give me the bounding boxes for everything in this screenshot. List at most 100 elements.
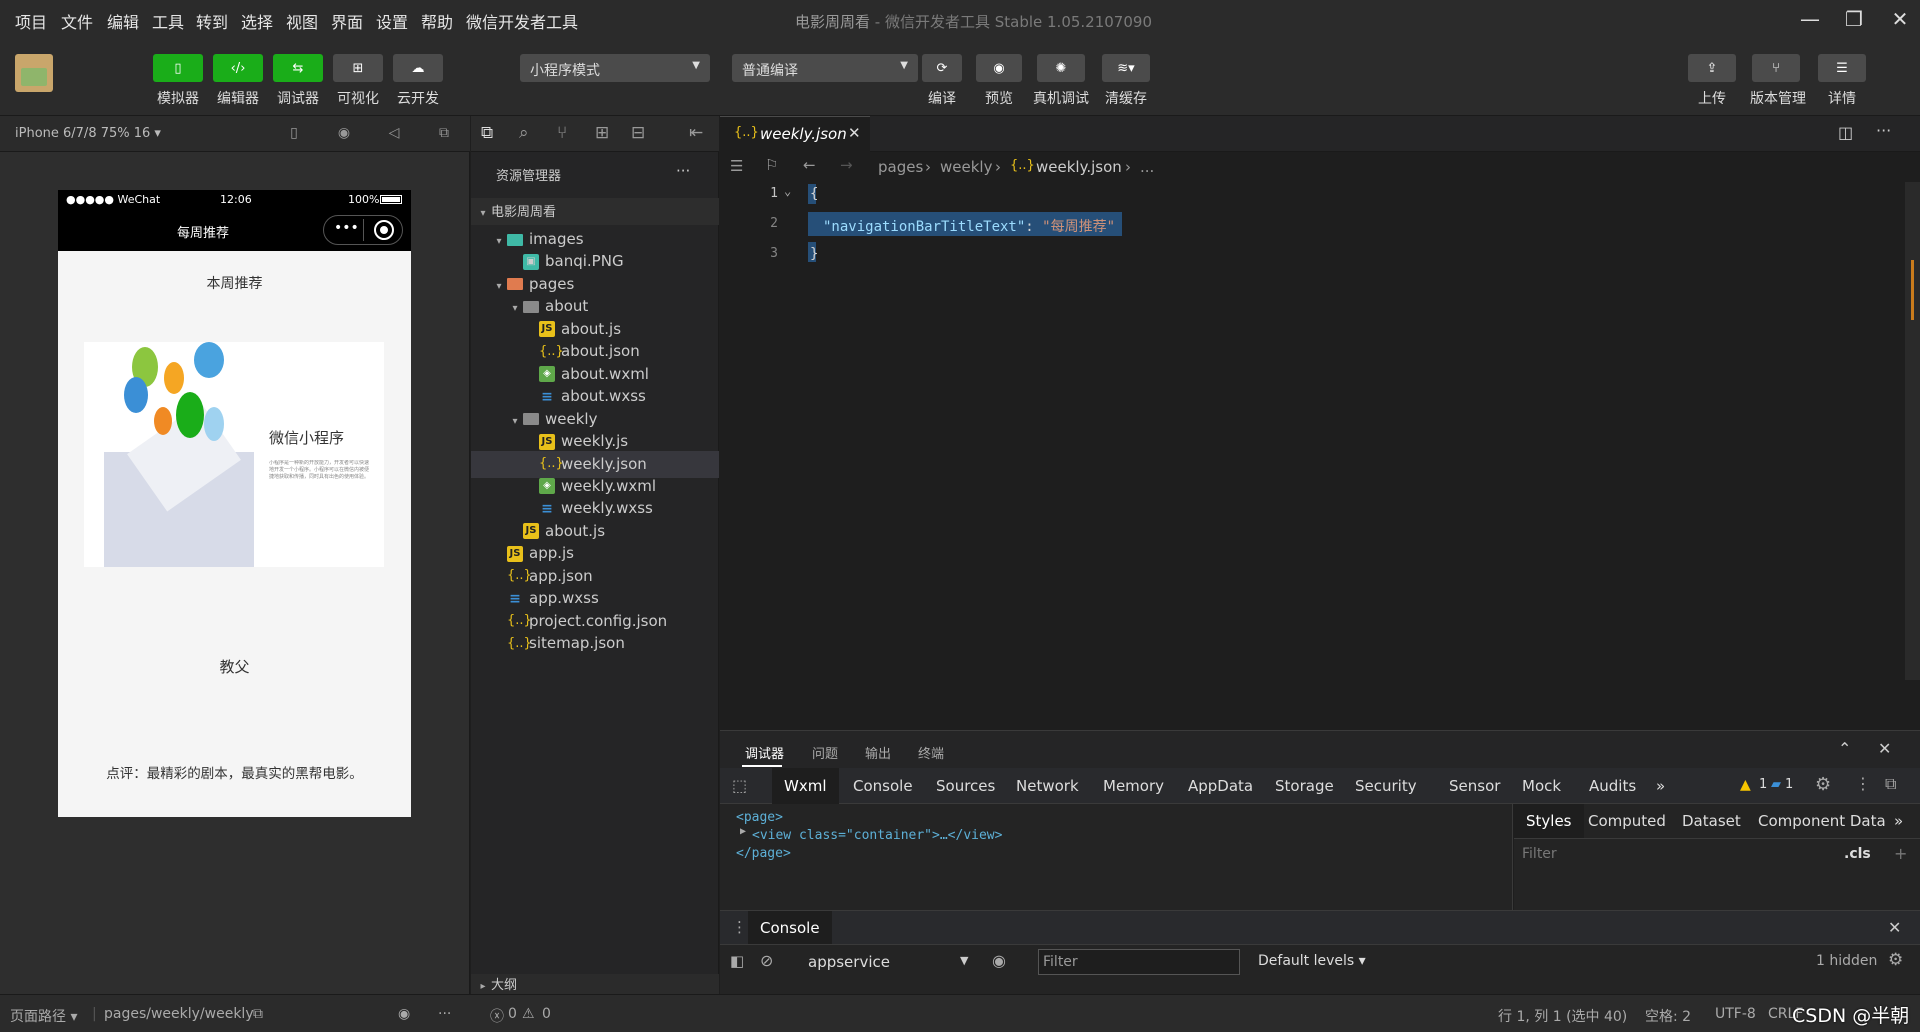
- console-tab[interactable]: Console: [748, 911, 832, 945]
- project-root[interactable]: ▾ 电影周周看: [471, 198, 719, 225]
- console-output[interactable]: [720, 978, 1920, 994]
- menu-interface[interactable]: 界面: [331, 9, 363, 33]
- tab-security[interactable]: Security: [1355, 768, 1417, 804]
- volume-icon[interactable]: ◁: [385, 125, 403, 143]
- kebab-icon[interactable]: ⋮: [1855, 774, 1871, 793]
- eye-icon[interactable]: ◉: [992, 951, 1006, 970]
- add-rule-icon[interactable]: +: [1894, 844, 1907, 863]
- wxml-tree[interactable]: <page> ▶ <view class="container">…</view…: [720, 804, 1513, 910]
- info-icon[interactable]: ▰: [1771, 777, 1781, 792]
- styles-filter-input[interactable]: Filter: [1522, 846, 1557, 862]
- expand-arrow-icon[interactable]: ▶: [740, 826, 746, 837]
- details-button[interactable]: ☰: [1818, 54, 1866, 82]
- visual-button[interactable]: ⊞: [333, 54, 383, 82]
- cloud-button[interactable]: ☁: [393, 54, 443, 82]
- tab-network[interactable]: Network: [1016, 768, 1079, 804]
- levels-select[interactable]: Default levels ▾: [1258, 953, 1366, 969]
- minimize-icon[interactable]: —: [1790, 4, 1830, 34]
- tree-file[interactable]: {..}sitemap.json: [471, 630, 719, 657]
- mode-select[interactable]: 小程序模式 ▼: [520, 54, 710, 82]
- more-icon[interactable]: ···: [438, 1006, 451, 1022]
- tab-weekly-json[interactable]: {..} weekly.json ✕: [720, 116, 870, 152]
- cursor-position[interactable]: 行 1, 列 1 (选中 40): [1498, 1006, 1627, 1026]
- tab-component-data[interactable]: Component Data: [1758, 804, 1886, 838]
- breadcrumb-weekly[interactable]: weekly: [940, 158, 992, 176]
- phone-screen[interactable]: ●●●●● WeChat 12:06 100% 每周推荐 ••• 本周推荐 微信…: [58, 190, 411, 817]
- version-button[interactable]: ⑂: [1752, 54, 1800, 82]
- storage-icon[interactable]: ⊟: [631, 123, 645, 143]
- more-icon[interactable]: ···: [1876, 121, 1891, 140]
- menu-tools[interactable]: 工具: [152, 9, 184, 33]
- exit-icon[interactable]: [374, 220, 394, 240]
- eye-icon[interactable]: ◉: [398, 1006, 410, 1022]
- tab-appdata[interactable]: AppData: [1188, 768, 1253, 804]
- search-icon[interactable]: ⌕: [519, 123, 529, 143]
- close-icon[interactable]: ✕: [1888, 918, 1901, 937]
- dock-icon[interactable]: ⧉: [1885, 774, 1896, 794]
- tab-audits[interactable]: Audits: [1589, 768, 1636, 804]
- close-icon[interactable]: ✕: [1880, 4, 1920, 34]
- compile-select[interactable]: 普通编译 ▼: [732, 54, 918, 82]
- files-icon[interactable]: ⧉: [481, 123, 493, 143]
- gear-icon[interactable]: ⚙: [1888, 950, 1903, 970]
- breadcrumb-file[interactable]: weekly.json: [1036, 158, 1122, 176]
- maximize-icon[interactable]: ❐: [1834, 4, 1874, 34]
- outline-section[interactable]: ▸ 大纲: [471, 974, 719, 994]
- menu-view[interactable]: 视图: [286, 9, 318, 33]
- sidebar-toggle-icon[interactable]: ◧: [730, 952, 744, 970]
- cls-toggle[interactable]: .cls: [1844, 846, 1871, 862]
- close-panel-icon[interactable]: ✕: [1878, 739, 1891, 758]
- context-select[interactable]: appservice: [808, 953, 890, 971]
- tab-problems[interactable]: 问题: [812, 743, 838, 762]
- preview-button[interactable]: ◉: [976, 54, 1022, 82]
- menu-file[interactable]: 文件: [61, 9, 93, 33]
- back-icon[interactable]: ←: [803, 156, 816, 174]
- tab-storage[interactable]: Storage: [1275, 768, 1334, 804]
- warning-icon[interactable]: ⚠: [522, 1006, 535, 1022]
- real-debug-button[interactable]: ✺: [1037, 54, 1085, 82]
- tab-debugger[interactable]: 调试器: [745, 743, 784, 762]
- stop-icon[interactable]: ◉: [335, 125, 353, 143]
- caret-down-icon[interactable]: ▼: [960, 954, 968, 967]
- clear-console-icon[interactable]: ⊘: [760, 951, 773, 970]
- tab-dataset[interactable]: Dataset: [1682, 804, 1741, 838]
- upload-button[interactable]: ⇪: [1688, 54, 1736, 82]
- console-filter-input[interactable]: Filter: [1038, 949, 1240, 975]
- list-icon[interactable]: ☰: [730, 157, 743, 175]
- tab-mock[interactable]: Mock: [1522, 768, 1561, 804]
- menu-select[interactable]: 选择: [241, 9, 273, 33]
- tab-sources[interactable]: Sources: [936, 768, 995, 804]
- avatar[interactable]: [15, 54, 53, 92]
- capsule-menu[interactable]: •••: [323, 215, 403, 245]
- wxml-node[interactable]: <view class="container">…</view>: [752, 828, 1002, 843]
- kebab-icon[interactable]: ⋮: [732, 918, 747, 936]
- collapse-panel-icon[interactable]: ⇤: [689, 123, 703, 143]
- menu-settings[interactable]: 设置: [376, 9, 408, 33]
- popout-icon[interactable]: ⧉: [435, 125, 453, 143]
- compile-button[interactable]: ⟳: [922, 54, 962, 82]
- error-icon[interactable]: ⓧ: [490, 1006, 504, 1026]
- page-path-select[interactable]: 页面路径 ▾: [10, 1006, 77, 1026]
- more-icon[interactable]: •••: [334, 220, 359, 236]
- tab-console[interactable]: Console: [853, 768, 913, 804]
- tab-sensor[interactable]: Sensor: [1449, 768, 1500, 804]
- close-tab-icon[interactable]: ✕: [848, 124, 861, 142]
- git-icon[interactable]: ⑂: [557, 123, 567, 143]
- simulator-button[interactable]: ▯: [153, 54, 203, 82]
- tab-memory[interactable]: Memory: [1103, 768, 1164, 804]
- debugger-button[interactable]: ⇆: [273, 54, 323, 82]
- warning-icon[interactable]: ▲: [1740, 777, 1751, 793]
- more-icon[interactable]: ···: [676, 162, 690, 180]
- bookmark-icon[interactable]: ⚐: [765, 156, 778, 174]
- menu-project[interactable]: 项目: [15, 9, 47, 33]
- tab-terminal[interactable]: 终端: [918, 743, 944, 762]
- wxml-node[interactable]: </page>: [736, 846, 791, 861]
- fold-chevron-icon[interactable]: ⌄: [784, 184, 791, 198]
- encoding[interactable]: UTF-8: [1715, 1006, 1756, 1022]
- menu-goto[interactable]: 转到: [196, 9, 228, 33]
- clear-cache-button[interactable]: ≋▾: [1102, 54, 1150, 82]
- tab-styles[interactable]: Styles: [1514, 804, 1584, 838]
- split-editor-icon[interactable]: ◫: [1838, 123, 1853, 142]
- wxml-node[interactable]: <page>: [736, 810, 783, 825]
- forward-icon[interactable]: →: [840, 156, 853, 174]
